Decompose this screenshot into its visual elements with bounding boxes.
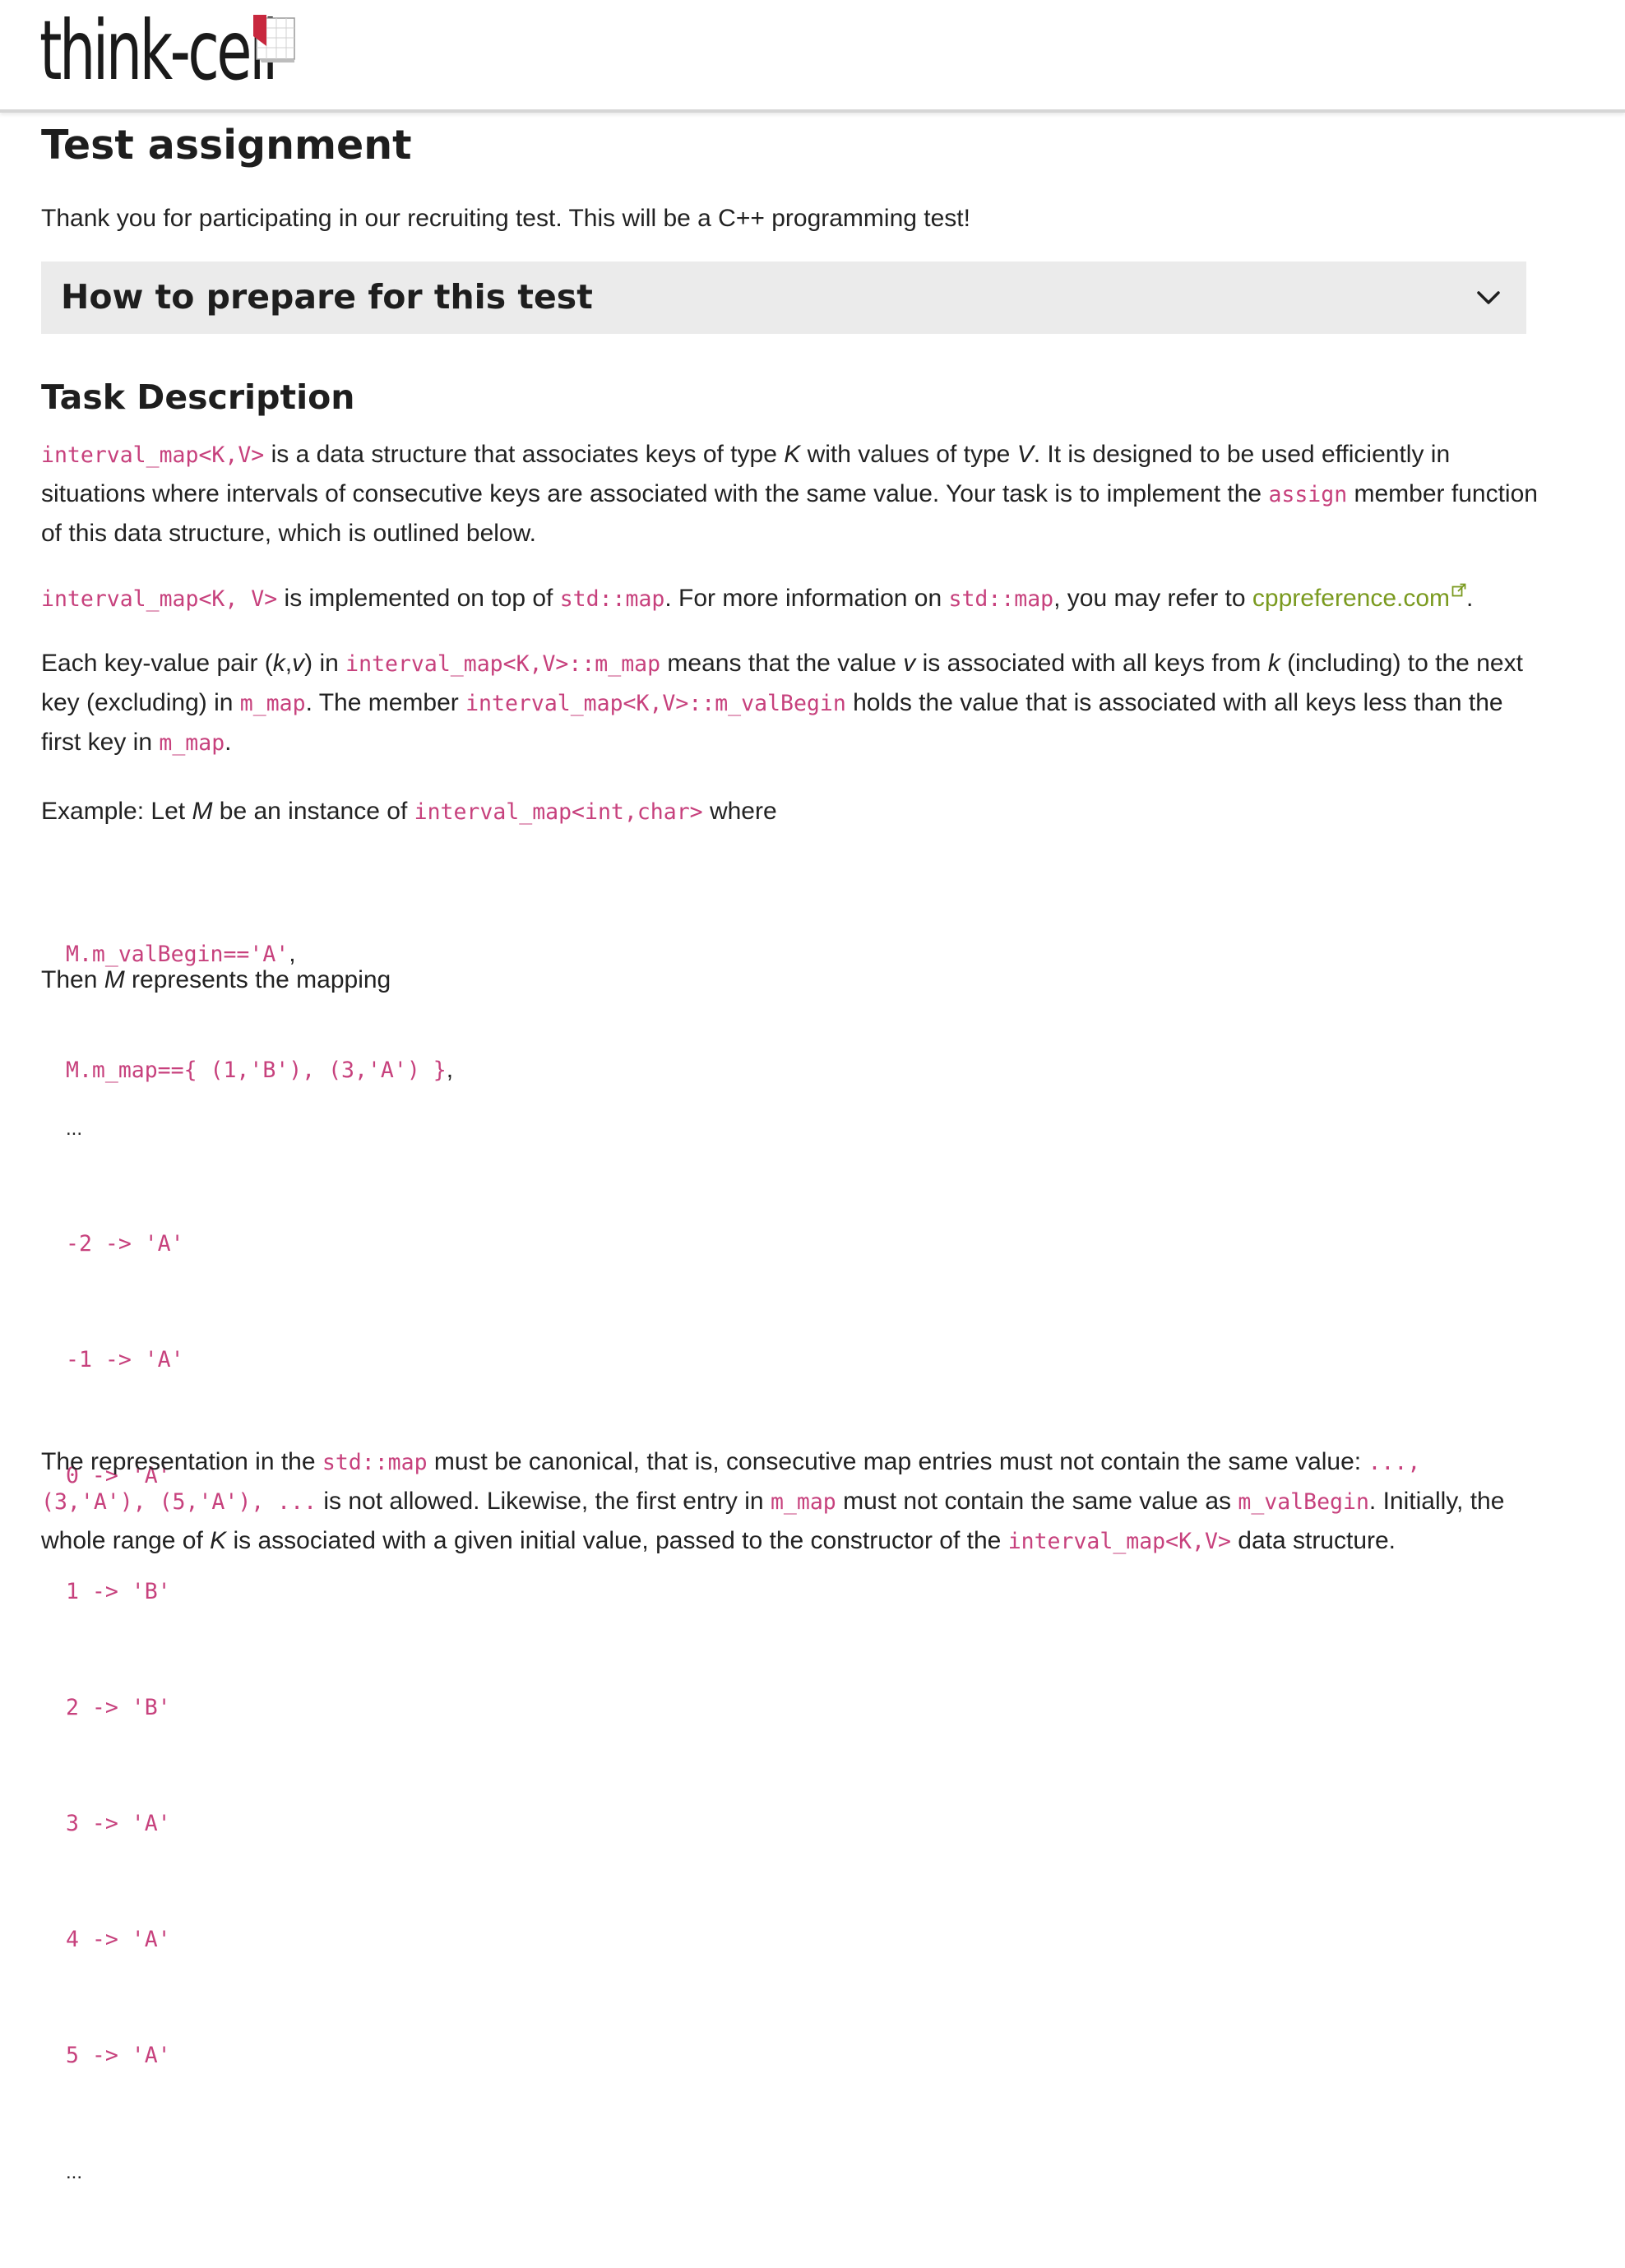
page-title: Test assignment [41, 122, 412, 169]
italic-span: K [784, 441, 801, 468]
code-span: std::map [948, 586, 1054, 612]
code-span: interval_map<int,char> [414, 799, 703, 825]
mapping-line: 5 -> 'A' [66, 2036, 184, 2075]
text-span: ) in [304, 650, 346, 677]
code-span: m_map [239, 691, 306, 716]
ellipsis: ... [66, 2161, 83, 2183]
italic-span: v [903, 650, 916, 677]
italic-span: k [272, 650, 285, 677]
italic-span: K [210, 1527, 227, 1554]
task-heading: Task Description [41, 377, 355, 417]
italic-span: M [104, 966, 125, 993]
text-span: Each key-value pair ( [41, 650, 273, 677]
task-paragraph-3: Each key-value pair (k,v) in interval_ma… [41, 644, 1538, 762]
code-suffix: , [446, 1056, 454, 1083]
text-span: Then [41, 966, 104, 993]
ellipsis: ... [66, 1118, 83, 1140]
task-paragraph-6: The representation in the std::map must … [41, 1442, 1538, 1561]
code-span: assign [1268, 482, 1348, 507]
italic-span: v [292, 650, 305, 677]
logo-mark-icon [253, 15, 295, 62]
intro-text: Thank you for participating in our recru… [41, 205, 970, 232]
cppreference-link[interactable]: cppreference.com [1252, 585, 1450, 612]
code-span: m_valBegin [1238, 1489, 1369, 1515]
text-span: where [702, 798, 777, 825]
code-span: interval_map<K, V> [41, 586, 278, 612]
text-span: must not contain the same value as [836, 1488, 1238, 1515]
code-span: m_map [770, 1489, 836, 1515]
task-paragraph-2: interval_map<K, V> is implemented on top… [41, 579, 1538, 618]
external-link-icon[interactable] [1451, 583, 1466, 598]
code-span: interval_map<K,V>::m_valBegin [465, 691, 846, 716]
mapping-text: -1 -> 'A' [66, 1347, 184, 1372]
mapping-line: 4 -> 'A' [66, 1920, 184, 1959]
logo-text: think-cell [39, 2, 278, 99]
text-span: is associated with a given initial value… [226, 1527, 1008, 1554]
dots-bottom: ... [66, 2152, 184, 2191]
mapping-text: 2 -> 'B' [66, 1695, 171, 1720]
italic-span: k [1267, 650, 1280, 677]
accordion-title: How to prepare for this test [61, 277, 593, 317]
chevron-down-icon[interactable] [1475, 285, 1502, 311]
mapping-line: 1 -> 'B' [66, 1572, 184, 1611]
code-span: std::map [559, 586, 665, 612]
code-span: interval_map<K,V>::m_map [345, 651, 661, 677]
italic-span: M [192, 798, 213, 825]
text-span: is implemented on top of [277, 585, 560, 612]
think-cell-logo[interactable]: think-cell [39, 5, 377, 97]
text-span: , [285, 650, 293, 677]
dots-top: ... [66, 1109, 184, 1147]
text-span: is not allowed. Likewise, the first entr… [317, 1488, 771, 1515]
code-span: m_map [159, 730, 225, 756]
code-span: interval_map<K,V> [41, 442, 265, 468]
site-header: think-cell [0, 0, 1625, 113]
mapping-code-block: ... -2 -> 'A' -1 -> 'A' 0 -> 'A' 1 -> 'B… [66, 1031, 184, 2268]
text-span: with values of type [800, 441, 1017, 468]
text-span: . For more information on [664, 585, 949, 612]
mapping-text: -2 -> 'A' [66, 1231, 184, 1257]
text-span: is a data structure that associates keys… [264, 441, 785, 468]
code-span: std::map [322, 1450, 428, 1475]
text-span: be an instance of [212, 798, 414, 825]
mapping-text: 3 -> 'A' [66, 1811, 171, 1836]
mapping-text: 4 -> 'A' [66, 1927, 171, 1952]
mapping-line: 2 -> 'B' [66, 1688, 184, 1727]
prepare-accordion[interactable]: How to prepare for this test [41, 262, 1526, 334]
text-span: means that the value [660, 650, 904, 677]
text-span: , you may refer to [1053, 585, 1252, 612]
text-span: . The member [305, 689, 466, 716]
mapping-line: -1 -> 'A' [66, 1340, 184, 1379]
task-paragraph-4: Example: Let M be an instance of interva… [41, 792, 1538, 831]
text-span: . [225, 729, 232, 756]
mapping-line: 3 -> 'A' [66, 1804, 184, 1843]
task-paragraph-5: Then M represents the mapping [41, 960, 1538, 999]
text-span: represents the mapping [124, 966, 391, 993]
task-paragraph-1: interval_map<K,V> is a data structure th… [41, 435, 1538, 553]
code-span: interval_map<K,V> [1007, 1529, 1231, 1554]
italic-span: V [1016, 441, 1034, 468]
text-span: The representation in the [41, 1448, 322, 1475]
text-span: Example: Let [41, 798, 192, 825]
text-span: . [1466, 585, 1474, 612]
mapping-text: 5 -> 'A' [66, 2043, 171, 2068]
text-span: must be canonical, that is, consecutive … [427, 1448, 1368, 1475]
mapping-line: -2 -> 'A' [66, 1224, 184, 1263]
text-span: is associated with all keys from [915, 650, 1268, 677]
mapping-text: 1 -> 'B' [66, 1579, 171, 1604]
text-span: data structure. [1230, 1527, 1396, 1554]
